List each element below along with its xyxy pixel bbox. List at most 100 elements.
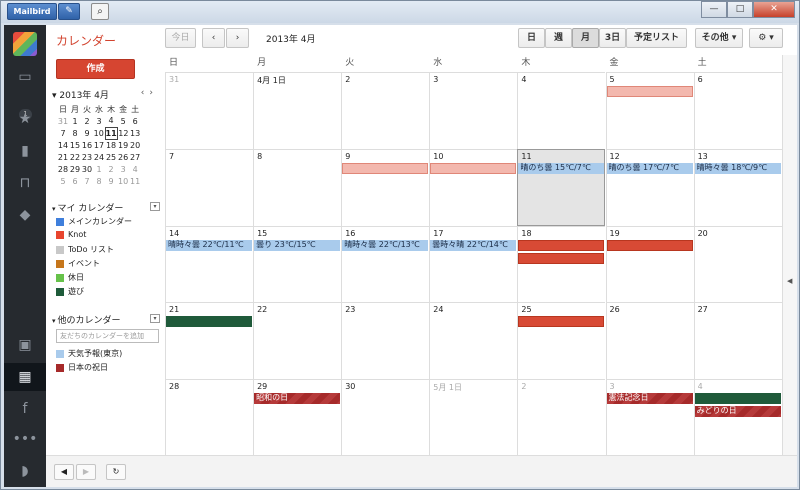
more-button[interactable]: その他 ▾ xyxy=(695,28,743,48)
maximize-button[interactable]: □ xyxy=(727,1,753,18)
event-chip[interactable] xyxy=(342,162,429,174)
tag-icon[interactable]: ◆ xyxy=(4,201,46,229)
collapse-triangle-icon[interactable]: ▾ xyxy=(52,91,57,101)
mini-day[interactable]: 4 xyxy=(129,163,141,175)
day-cell[interactable]: 4月 1日 xyxy=(253,72,342,149)
weather-event[interactable]: 曇り 23℃/15℃ xyxy=(254,239,341,251)
calendar-item[interactable]: Knot xyxy=(56,230,86,239)
day-cell[interactable]: 19 xyxy=(605,225,694,303)
mini-day[interactable]: 9 xyxy=(105,175,117,187)
mini-day[interactable]: 1 xyxy=(93,163,105,175)
other-calendars-header[interactable]: ▾ 他のカレンダー xyxy=(52,313,121,326)
day-cell[interactable]: 5月 1日 xyxy=(429,379,518,456)
mini-day[interactable]: 16 xyxy=(81,139,93,151)
view-week-button[interactable]: 週 xyxy=(545,28,572,48)
holiday-event[interactable]: 憲法記念日 xyxy=(606,393,693,405)
mini-day[interactable]: 8 xyxy=(69,127,81,139)
day-cell[interactable]: 14 xyxy=(165,225,254,303)
refresh-button[interactable]: ↻ xyxy=(106,464,126,480)
day-cell[interactable]: 5 xyxy=(605,72,694,149)
compose-button[interactable]: ✎ xyxy=(58,3,80,20)
my-calendars-header[interactable]: ▾ マイ カレンダー xyxy=(52,201,123,214)
day-cell[interactable]: 27 xyxy=(693,302,782,380)
day-cell[interactable]: 25 xyxy=(517,302,606,380)
weather-event[interactable]: 晴時々曇 22℃/11℃ xyxy=(166,239,253,251)
day-cell[interactable]: 24 xyxy=(429,302,518,380)
star-icon[interactable]: ★ xyxy=(4,105,46,133)
mini-day[interactable]: 17 xyxy=(93,139,105,151)
day-cell[interactable]: 10 xyxy=(429,148,518,226)
weather-event[interactable]: 晴のち曇 15℃/7℃ xyxy=(518,162,605,174)
other-calendars-dropdown-icon[interactable]: ▾ xyxy=(150,314,160,323)
mini-day[interactable]: 7 xyxy=(81,175,93,187)
mini-day[interactable]: 10 xyxy=(117,175,129,187)
day-cell[interactable]: 22 xyxy=(253,302,342,380)
mini-day[interactable]: 3 xyxy=(93,115,105,127)
mini-next-button[interactable]: › xyxy=(149,88,158,98)
minimize-button[interactable]: — xyxy=(701,1,727,18)
event-chip[interactable] xyxy=(694,393,781,405)
mini-day[interactable]: 28 xyxy=(57,163,69,175)
calendar-item[interactable]: イベント xyxy=(56,258,100,269)
day-cell[interactable]: 28 xyxy=(165,379,254,456)
day-cell[interactable]: 15 xyxy=(253,225,342,303)
today-button[interactable]: 今日 xyxy=(165,28,196,48)
view-3day-button[interactable]: 3日 xyxy=(599,28,626,48)
calendar-item[interactable]: ToDo リスト xyxy=(56,244,114,255)
day-cell[interactable]: 30 xyxy=(341,379,430,456)
my-calendars-dropdown-icon[interactable]: ▾ xyxy=(150,202,160,211)
prev-button[interactable]: ‹ xyxy=(202,28,225,48)
weather-event[interactable]: 曇時々晴 22℃/14℃ xyxy=(430,239,517,251)
holiday-event[interactable]: みどりの日 xyxy=(694,406,781,418)
day-cell[interactable]: 2 xyxy=(517,379,606,456)
mini-day[interactable]: 8 xyxy=(93,175,105,187)
mini-day[interactable]: 10 xyxy=(93,127,105,139)
inbox-icon[interactable]: ▭ xyxy=(4,63,46,91)
calendar-item[interactable]: 休日 xyxy=(56,272,84,283)
mini-day[interactable]: 2 xyxy=(81,115,93,127)
day-cell[interactable]: 18 xyxy=(517,225,606,303)
mini-day[interactable]: 7 xyxy=(57,127,69,139)
view-agenda-button[interactable]: 予定リスト xyxy=(626,28,687,48)
day-cell[interactable]: 23 xyxy=(341,302,430,380)
calendar-icon[interactable]: ▦ xyxy=(4,363,46,391)
mini-day[interactable]: 24 xyxy=(93,151,105,163)
event-chip[interactable] xyxy=(606,86,693,97)
search-button[interactable]: ⌕ xyxy=(91,3,109,20)
mini-day[interactable]: 14 xyxy=(57,139,69,151)
mini-day[interactable]: 15 xyxy=(69,139,81,151)
day-cell[interactable]: 4 xyxy=(517,72,606,149)
mini-day[interactable]: 25 xyxy=(105,151,117,163)
view-month-button[interactable]: 月 xyxy=(572,28,599,48)
day-cell[interactable]: 4 xyxy=(693,379,782,456)
mailbird-menu-button[interactable]: Mailbird xyxy=(7,3,57,20)
event-chip[interactable] xyxy=(518,239,605,251)
day-cell[interactable]: 8 xyxy=(253,148,342,226)
mini-day[interactable]: 22 xyxy=(69,151,81,163)
day-cell[interactable]: 12 xyxy=(605,148,694,226)
day-cell[interactable]: 9 xyxy=(341,148,430,226)
sound-icon[interactable]: ◗ xyxy=(4,457,46,485)
mini-day[interactable]: 23 xyxy=(81,151,93,163)
side-panel-toggle[interactable]: ◀ xyxy=(782,55,797,455)
next-button[interactable]: › xyxy=(226,28,249,48)
calendar-item[interactable]: 遊び xyxy=(56,286,84,297)
mini-day[interactable]: 30 xyxy=(81,163,93,175)
mini-day[interactable]: 3 xyxy=(117,163,129,175)
mini-day[interactable]: 11 xyxy=(129,175,141,187)
day-cell[interactable]: 17 xyxy=(429,225,518,303)
forward-button[interactable]: ▶ xyxy=(76,464,96,480)
mini-day[interactable]: 21 xyxy=(57,151,69,163)
archive-icon[interactable]: ⊓ xyxy=(4,169,46,197)
document-icon[interactable]: ▮ xyxy=(4,137,46,165)
event-chip[interactable] xyxy=(606,239,693,251)
day-cell[interactable]: 31 xyxy=(165,72,254,149)
mini-day[interactable]: 13 xyxy=(129,127,141,139)
mini-day[interactable]: 2 xyxy=(105,163,117,175)
day-cell[interactable]: 7 xyxy=(165,148,254,226)
mini-day[interactable]: 19 xyxy=(117,139,129,151)
day-cell[interactable]: 29 xyxy=(253,379,342,456)
mini-day[interactable]: 5 xyxy=(57,175,69,187)
mini-day[interactable]: 1 xyxy=(69,115,81,127)
day-cell[interactable]: 26 xyxy=(605,302,694,380)
